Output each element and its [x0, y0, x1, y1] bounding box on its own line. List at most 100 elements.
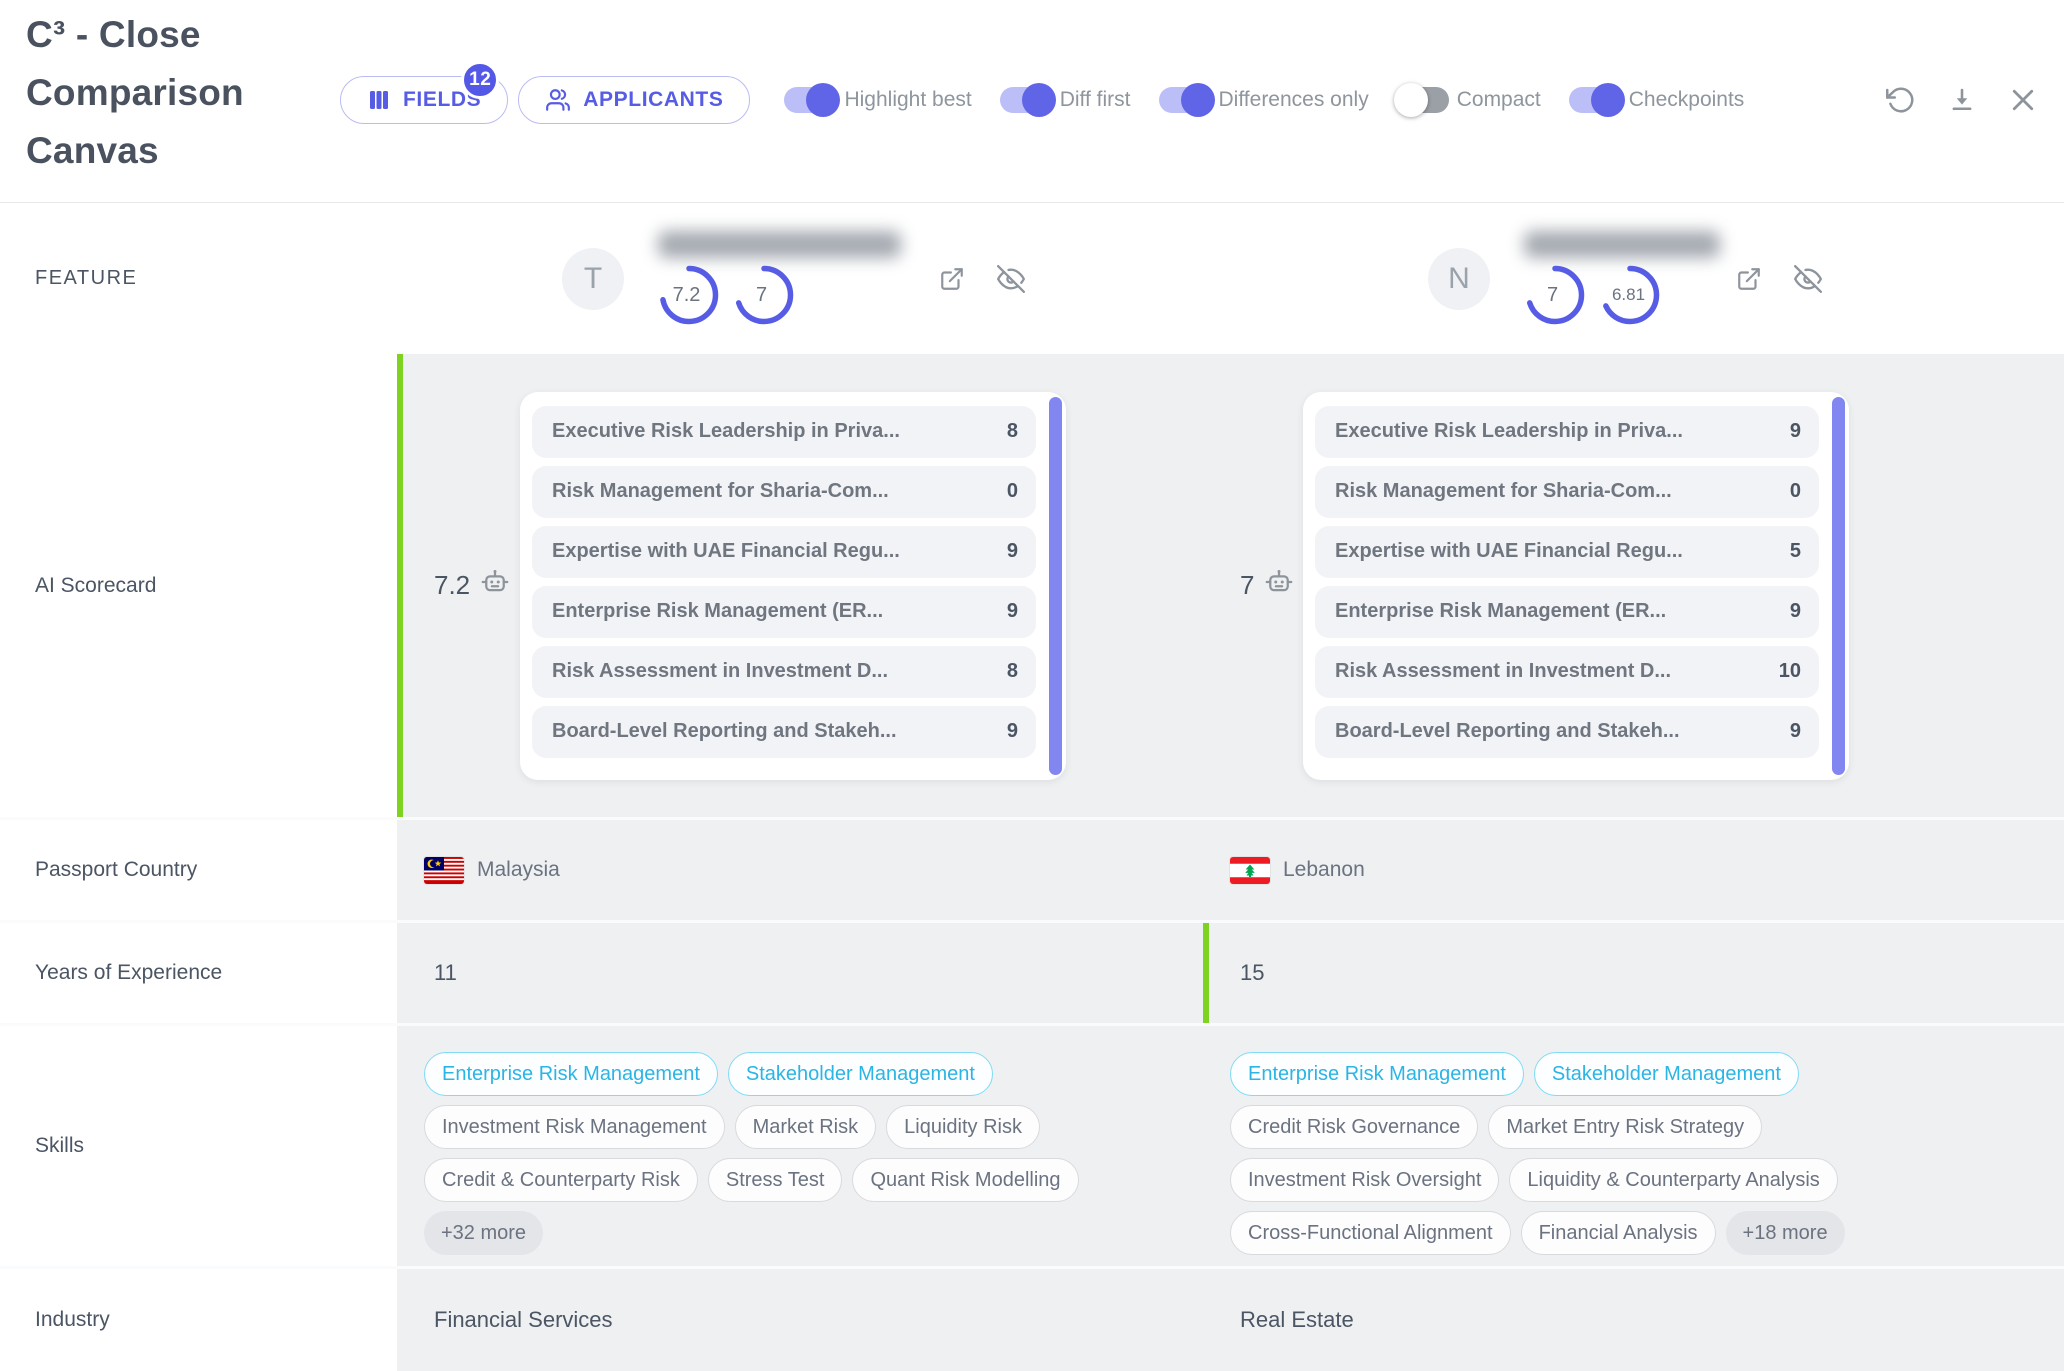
row-label: AI Scorecard — [0, 354, 397, 817]
cell-years-of-experience-1: 11 — [397, 923, 1203, 1023]
download-icon[interactable] — [1948, 86, 1976, 114]
scorecard-item: Executive Risk Leadership in Priva...8 — [532, 406, 1036, 458]
toggle-highlight-best[interactable]: Highlight best — [784, 87, 971, 113]
refresh-icon[interactable] — [1886, 85, 1916, 115]
robot-icon — [1264, 567, 1294, 604]
ai-score: 7 — [1240, 567, 1294, 604]
toggle-switch[interactable] — [1159, 87, 1211, 113]
toggle-checkpoints[interactable]: Checkpoints — [1569, 87, 1745, 113]
scorecard-item-name: Risk Management for Sharia-Com... — [552, 480, 889, 503]
open-applicant-icon[interactable] — [1736, 266, 1762, 292]
skills-chips: Enterprise Risk ManagementStakeholder Ma… — [1230, 1052, 1940, 1255]
scorecard-item-score: 9 — [1780, 720, 1801, 743]
years-of-experience-value: 15 — [1240, 960, 1264, 986]
scorecard-item-name: Enterprise Risk Management (ER... — [552, 600, 883, 623]
robot-icon — [480, 567, 510, 604]
toggle-switch[interactable] — [1397, 87, 1449, 113]
skill-chip: Investment Risk Oversight — [1230, 1158, 1499, 1202]
score-ring-value: 7 — [1524, 264, 1586, 326]
toggle-label: Differences only — [1219, 88, 1369, 112]
more-skills-chip[interactable]: +32 more — [424, 1211, 543, 1255]
scorecard-item: Expertise with UAE Financial Regu... 9 — [532, 526, 1036, 578]
score-ring: 6.81 — [1599, 264, 1661, 326]
skills-chips: Enterprise Risk ManagementStakeholder Ma… — [424, 1052, 1084, 1255]
industry-value: Real Estate — [1240, 1307, 1354, 1333]
skill-chip: Financial Analysis — [1521, 1211, 1716, 1255]
toggle-switch[interactable] — [784, 87, 836, 113]
cell-ai-scorecard-2: 7Executive Risk Leadership in Priva...9R… — [1203, 354, 2064, 817]
row-years-of-experience: Years of Experience1115 — [0, 920, 2064, 1023]
skill-chip: Liquidity Risk — [886, 1105, 1040, 1149]
skill-chip: Cross-Functional Alignment — [1230, 1211, 1511, 1255]
scorecard-item-name: Expertise with UAE Financial Regu... — [552, 540, 900, 563]
toggle-differences-only[interactable]: Differences only — [1159, 87, 1369, 113]
toggle-group: Highlight best Diff first Differences on… — [784, 87, 1744, 113]
scorecard-item-name: Board-Level Reporting and Stakeh... — [1335, 720, 1680, 743]
scorecard-item-score: 10 — [1769, 660, 1801, 683]
hide-applicant-icon[interactable] — [1794, 265, 1822, 293]
toggle-diff-first[interactable]: Diff first — [1000, 87, 1131, 113]
row-ai-scorecard: AI Scorecard 7.2 Executive Risk Leadership… — [0, 354, 2064, 817]
applicant-header-2: N 76.81 — [1203, 203, 2064, 354]
feature-column-header: FEATURE — [0, 203, 397, 354]
applicant-name-redacted — [1524, 231, 1720, 258]
cell-ai-scorecard-1: 7.2 Executive Risk Leadership in Priva...… — [397, 354, 1203, 817]
row-label: Passport Country — [0, 820, 397, 920]
open-applicant-icon[interactable] — [939, 266, 965, 292]
cell-industry-2: Real Estate — [1203, 1269, 2064, 1371]
skill-chip: Enterprise Risk Management — [424, 1052, 718, 1096]
scorecard-item-score: 0 — [997, 480, 1018, 503]
scorecard-item-score: 9 — [997, 720, 1018, 743]
applicant-avatar: N — [1428, 248, 1490, 310]
scorecard-item-name: Executive Risk Leadership in Priva... — [1335, 420, 1683, 443]
applicants-button-label: APPLICANTS — [583, 88, 723, 112]
score-ring-value: 7.2 — [658, 264, 720, 326]
scorecard-item: Risk Assessment in Investment D...8 — [532, 646, 1036, 698]
applicant-avatar: T — [562, 248, 624, 310]
scorecard-item-name: Enterprise Risk Management (ER... — [1335, 600, 1666, 623]
skill-chip: Liquidity & Counterparty Analysis — [1509, 1158, 1837, 1202]
score-rings: 76.81 — [1524, 264, 1720, 326]
score-ring-value: 6.81 — [1599, 264, 1661, 326]
close-icon[interactable] — [2008, 85, 2038, 115]
skill-chip: Stakeholder Management — [728, 1052, 993, 1096]
toggle-switch[interactable] — [1569, 87, 1621, 113]
columns-icon — [367, 88, 391, 112]
hide-applicant-icon[interactable] — [997, 265, 1025, 293]
skill-chip: Stress Test — [708, 1158, 843, 1202]
toggle-compact[interactable]: Compact — [1397, 87, 1541, 113]
toggle-label: Checkpoints — [1629, 88, 1745, 112]
scorecard-item: Expertise with UAE Financial Regu...5 — [1315, 526, 1819, 578]
toggle-switch[interactable] — [1000, 87, 1052, 113]
toggle-knob — [806, 83, 840, 117]
people-icon — [545, 87, 571, 113]
scorecard-scrollbar[interactable] — [1832, 397, 1845, 775]
scorecard-scrollbar[interactable] — [1049, 397, 1062, 775]
country-name: Malaysia — [477, 858, 560, 882]
scorecard-item: Board-Level Reporting and Stakeh...9 — [532, 706, 1036, 758]
scorecard-item-name: Risk Management for Sharia-Com... — [1335, 480, 1672, 503]
skill-chip: Investment Risk Management — [424, 1105, 725, 1149]
applicant-name-redacted — [658, 231, 901, 258]
score-ring-value: 7 — [733, 264, 795, 326]
row-passport-country: Passport Country Malaysia Lebanon — [0, 817, 2064, 920]
skill-chip: Credit & Counterparty Risk — [424, 1158, 698, 1202]
scorecard-item: Executive Risk Leadership in Priva...9 — [1315, 406, 1819, 458]
skill-chip: Market Entry Risk Strategy — [1488, 1105, 1762, 1149]
scorecard-item-score: 9 — [997, 540, 1018, 563]
toggle-knob — [1022, 83, 1056, 117]
industry-value: Financial Services — [434, 1307, 613, 1333]
cell-passport-country-2: Lebanon — [1203, 820, 2064, 920]
ai-score: 7.2 — [434, 567, 510, 604]
years-of-experience-value: 11 — [434, 960, 457, 986]
scorecard-item-name: Executive Risk Leadership in Priva... — [552, 420, 900, 443]
toggle-knob — [1181, 83, 1215, 117]
score-rings: 7.27 — [658, 264, 901, 326]
applicants-button[interactable]: APPLICANTS — [518, 76, 750, 124]
row-label: Skills — [0, 1026, 397, 1266]
fields-button[interactable]: FIELDS 12 — [340, 76, 508, 124]
page-title: C³ - Close Comparison Canvas — [26, 6, 262, 180]
more-skills-chip[interactable]: +18 more — [1726, 1211, 1845, 1255]
toggle-label: Compact — [1457, 88, 1541, 112]
ai-score-value: 7 — [1240, 570, 1254, 601]
